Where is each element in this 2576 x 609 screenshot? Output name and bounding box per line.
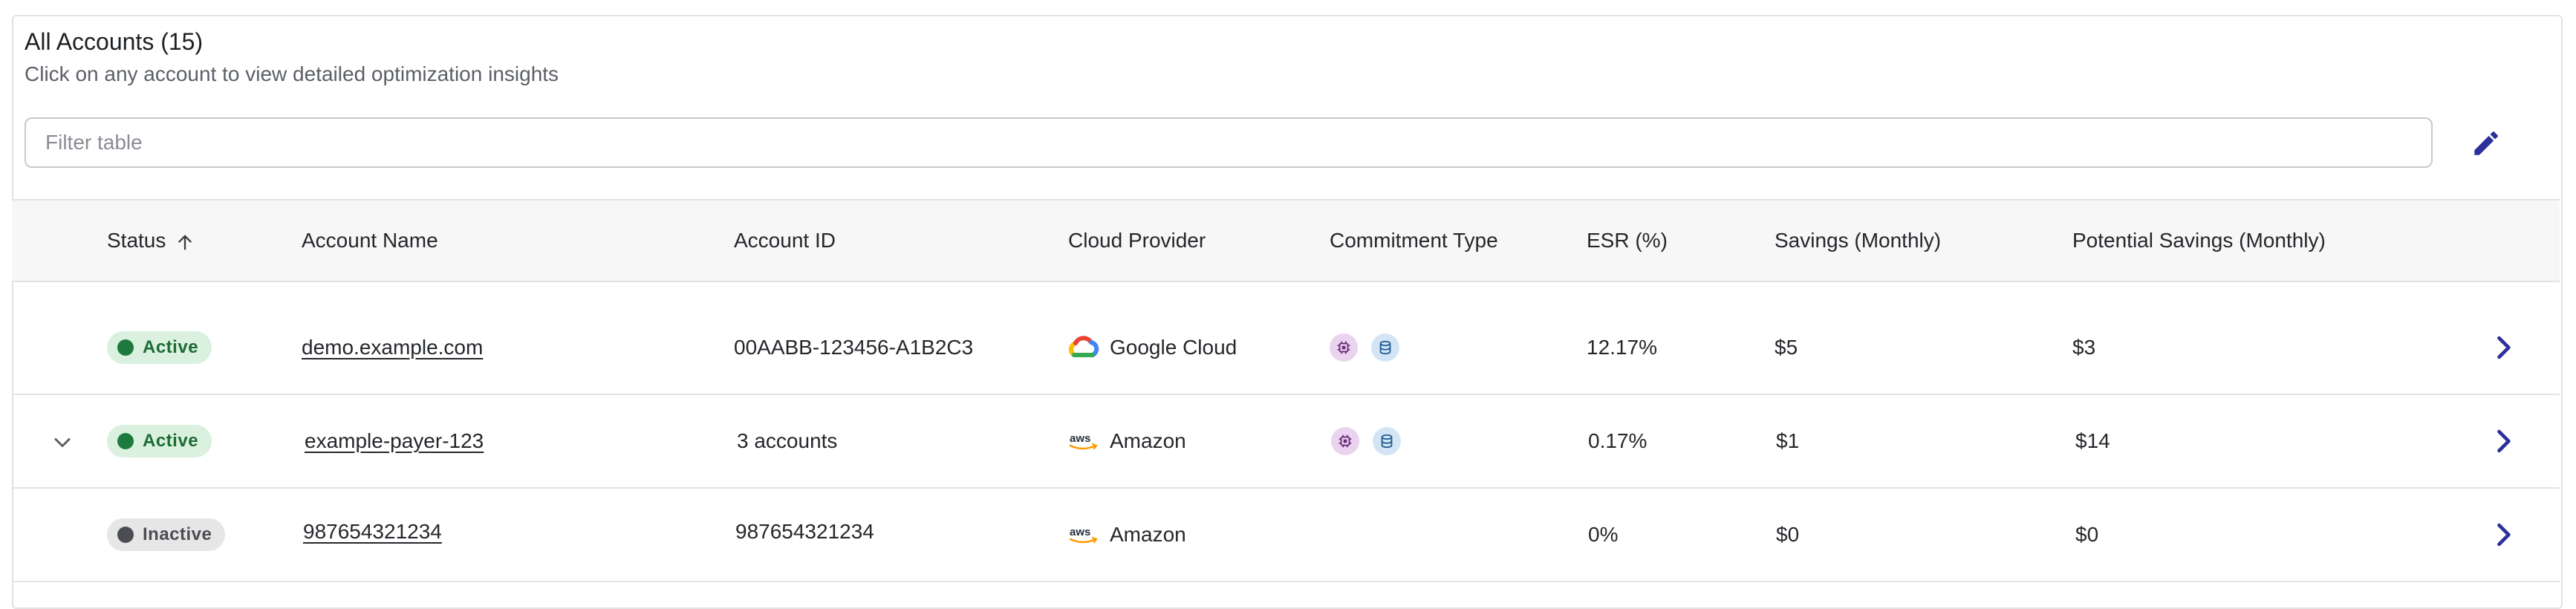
status-badge: Inactive	[107, 518, 226, 551]
potential-savings-value: $3	[2072, 336, 2096, 359]
chevron-right-icon[interactable]	[2487, 425, 2520, 457]
status-badge: Active	[107, 425, 212, 457]
savings-value: $0	[1776, 523, 1800, 546]
edit-button[interactable]	[2471, 128, 2502, 159]
savings-value: $5	[1775, 336, 1798, 359]
esr-value: 12.17%	[1587, 336, 1657, 359]
status-badge-label: Active	[143, 337, 199, 357]
compute-commitment-icon	[1331, 427, 1359, 455]
svg-text:aws: aws	[1070, 526, 1090, 538]
column-header-savings[interactable]: Savings (Monthly)	[1775, 201, 1941, 281]
column-header-status-label: Status	[107, 229, 166, 252]
column-header-commitment-type[interactable]: Commitment Type	[1330, 201, 1498, 281]
aws-logo-icon: aws	[1068, 523, 1099, 547]
account-name-link[interactable]: example-payer-123	[305, 429, 484, 453]
compute-commitment-icon	[1330, 333, 1358, 362]
google-cloud-logo-icon	[1068, 336, 1099, 359]
page-title: All Accounts (15)	[25, 28, 204, 55]
column-header-account-id[interactable]: Account ID	[734, 201, 836, 281]
status-dot-icon	[117, 339, 134, 356]
account-id: 987654321234	[735, 520, 874, 543]
account-name-link[interactable]: demo.example.com	[302, 336, 483, 359]
pencil-icon	[2474, 131, 2498, 155]
column-header-cloud-provider[interactable]: Cloud Provider	[1068, 201, 1206, 281]
savings-value: $1	[1776, 429, 1800, 452]
table-row[interactable]: Active demo.example.com 00AABB-123456-A1…	[12, 302, 2560, 395]
esr-value: 0.17%	[1588, 429, 1648, 452]
filter-table-input[interactable]	[25, 117, 2433, 168]
page-subtitle: Click on any account to view detailed op…	[25, 62, 559, 85]
storage-commitment-icon	[1371, 333, 1399, 362]
potential-savings-value: $0	[2075, 523, 2099, 546]
status-badge-label: Inactive	[143, 524, 212, 544]
column-header-status[interactable]: Status	[107, 201, 195, 281]
potential-savings-value: $14	[2075, 429, 2110, 452]
storage-commitment-icon	[1373, 427, 1401, 455]
expand-row-chevron-down-icon[interactable]	[49, 429, 76, 456]
status-dot-icon	[117, 527, 134, 543]
column-header-esr[interactable]: ESR (%)	[1587, 201, 1668, 281]
arrow-up-icon	[178, 235, 192, 250]
esr-value: 0%	[1588, 523, 1619, 546]
aws-logo-icon: aws	[1068, 429, 1099, 453]
column-header-potential-savings[interactable]: Potential Savings (Monthly)	[2072, 201, 2326, 281]
chevron-right-icon[interactable]	[2487, 331, 2520, 364]
status-badge-label: Active	[143, 431, 199, 451]
provider-name: Google Cloud	[1110, 336, 1237, 359]
column-header-account-name[interactable]: Account Name	[302, 201, 438, 281]
status-dot-icon	[117, 433, 134, 449]
chevron-right-icon[interactable]	[2487, 518, 2520, 551]
provider-name: Amazon	[1110, 523, 1186, 546]
table-header: Status Account Name Account ID Cloud Pro…	[12, 199, 2560, 282]
account-id: 00AABB-123456-A1B2C3	[734, 336, 974, 359]
account-name-link[interactable]: 987654321234	[303, 520, 442, 544]
svg-text:aws: aws	[1070, 432, 1090, 445]
provider-name: Amazon	[1110, 429, 1186, 452]
table-row[interactable]: Inactive 987654321234 987654321234 aws A…	[12, 489, 2560, 582]
table-row[interactable]: Active example-payer-123 3 accounts aws …	[12, 395, 2560, 489]
account-id: 3 accounts	[737, 429, 838, 452]
status-badge: Active	[107, 331, 212, 364]
